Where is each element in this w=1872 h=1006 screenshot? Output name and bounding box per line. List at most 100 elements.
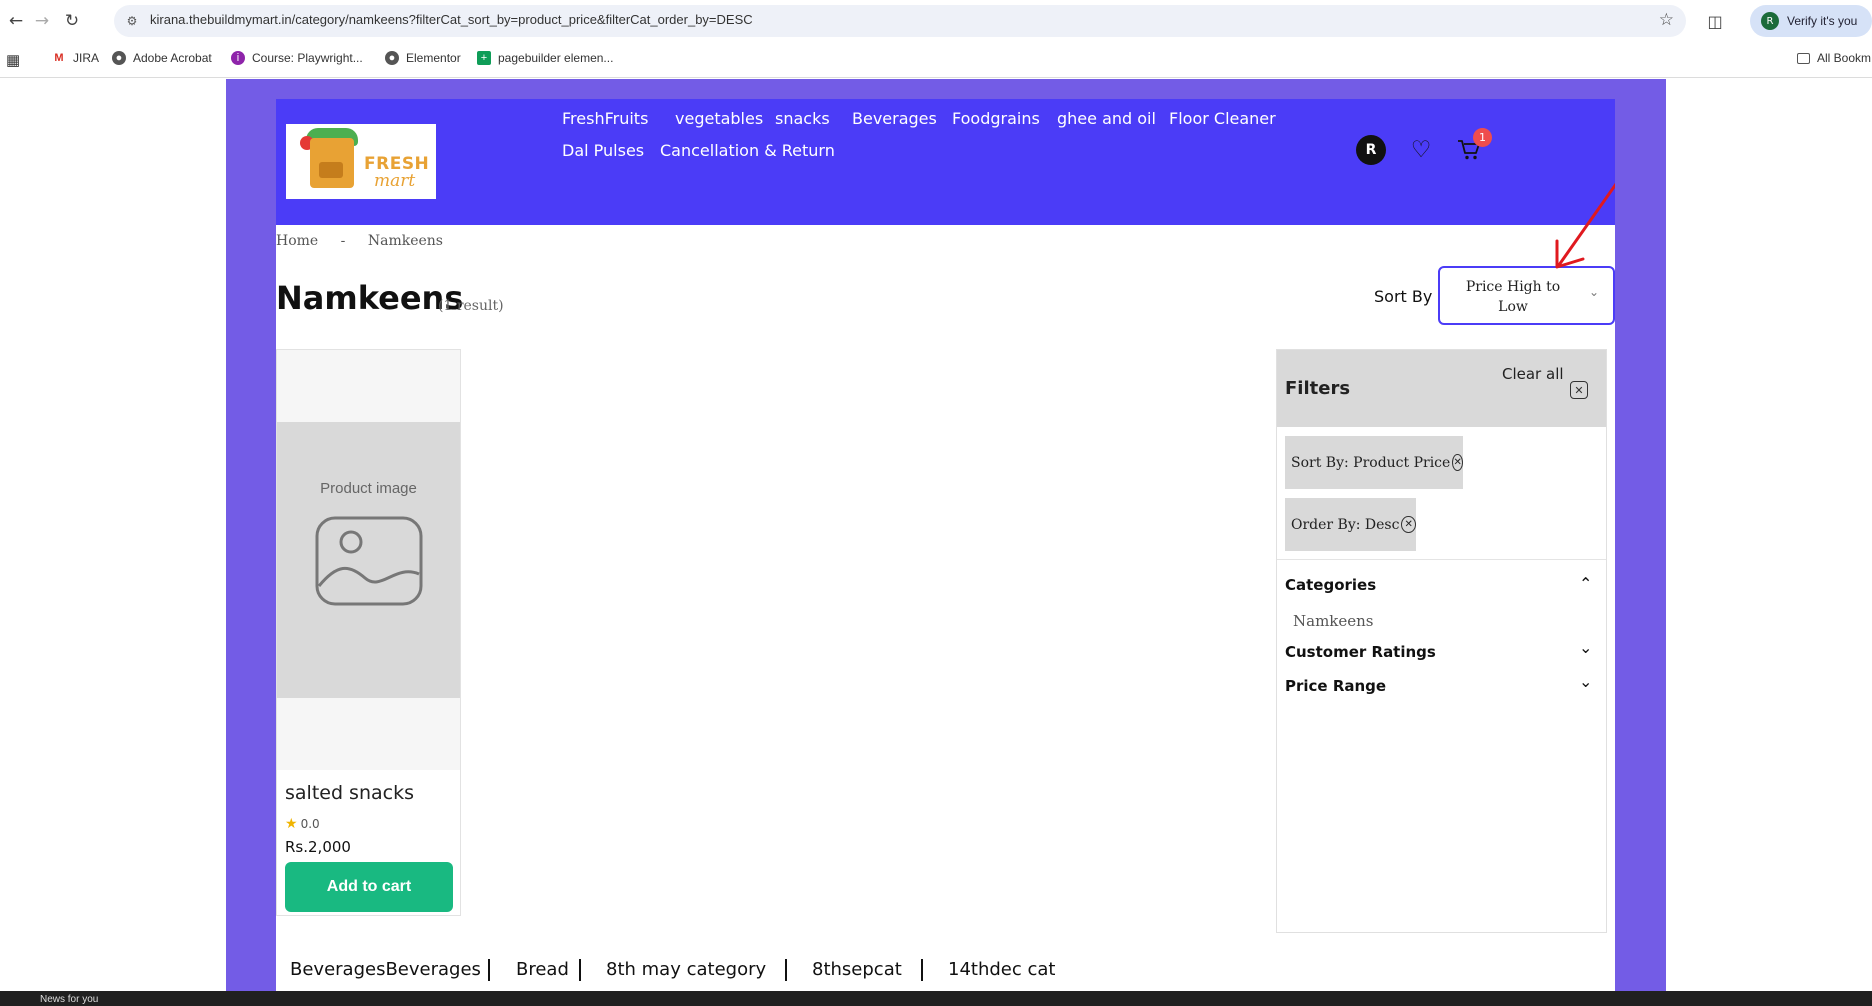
category-link[interactable]: 8th may category	[606, 959, 766, 980]
site-info-icon[interactable]: ⚙	[124, 13, 140, 29]
filters-title: Filters	[1285, 378, 1351, 399]
bookmark-label: JIRA	[73, 51, 100, 65]
breadcrumb-current: Namkeens	[367, 233, 443, 249]
address-bar[interactable]: ⚙ kirana.thebuildmymart.in/category/namk…	[114, 5, 1686, 37]
category-link[interactable]: Bread	[516, 959, 569, 980]
category-link[interactable]: 8thsepcat	[812, 959, 902, 980]
site-logo[interactable]: FRESH mart	[286, 124, 436, 199]
taskbar-news[interactable]: News for you	[40, 994, 98, 1005]
course-icon: i	[231, 51, 245, 65]
category-separator	[921, 959, 923, 981]
back-arrow-icon[interactable]: ←	[4, 9, 28, 33]
profile-avatar: R	[1761, 12, 1779, 30]
browser-toolbar: ← → ↻ ⚙ kirana.thebuildmymart.in/categor…	[0, 0, 1872, 42]
os-taskbar: News for you	[0, 991, 1872, 1006]
clear-all-button[interactable]: Clear all	[1502, 365, 1564, 383]
forward-arrow-icon[interactable]: →	[30, 9, 54, 33]
filters-header: Filters Clear all ✕	[1277, 350, 1606, 427]
category-separator	[579, 959, 581, 981]
nav-cancellation-return[interactable]: Cancellation & Return	[660, 141, 835, 160]
category-link[interactable]: 14thdec cat	[948, 959, 1055, 980]
cart-count-badge: 1	[1473, 128, 1492, 147]
product-image-top	[277, 350, 460, 422]
chevron-down-icon[interactable]: ⌄	[1579, 672, 1592, 691]
filter-category-item[interactable]: Namkeens	[1293, 612, 1374, 630]
gmail-icon: M	[54, 52, 64, 64]
bookmarks-bar: ▦ M JIRA ● Adobe Acrobat i Course: Playw…	[0, 42, 1872, 78]
remove-filter-close-icon[interactable]: ✕	[1401, 516, 1416, 533]
sort-by-value: Price High to Low	[1465, 279, 1561, 315]
category-separator	[785, 959, 787, 981]
nav-dal-pulses[interactable]: Dal Pulses	[562, 141, 644, 160]
remove-filter-close-icon[interactable]: ✕	[1452, 454, 1463, 471]
extensions-icon[interactable]: ◫	[1703, 9, 1727, 33]
nav-floor-cleaner[interactable]: Floor Cleaner	[1169, 109, 1276, 128]
nav-snacks[interactable]: snacks	[775, 109, 830, 128]
elementor-icon: ●	[385, 51, 399, 65]
category-link[interactable]: BeveragesBeverages	[290, 959, 481, 980]
bookmark-label: All Bookm	[1817, 51, 1872, 65]
product-card[interactable]: Product image salted snacks ★ 0.0 Rs.2,00…	[276, 349, 461, 916]
product-image-bottom	[277, 698, 460, 770]
sort-by-label: Sort By	[1374, 287, 1433, 306]
bookmark-star-icon[interactable]: ☆	[1659, 10, 1674, 30]
logo-text-mart: mart	[374, 171, 416, 191]
logo-bag-label	[319, 162, 343, 178]
product-name[interactable]: salted snacks	[285, 782, 414, 804]
folder-icon	[1797, 52, 1810, 64]
reload-icon[interactable]: ↻	[60, 9, 84, 33]
active-filter-chip: Order By: Desc ✕	[1285, 498, 1416, 551]
breadcrumb-separator: -	[340, 233, 346, 249]
bookmark-adobe-acrobat[interactable]: ● Adobe Acrobat	[112, 51, 212, 65]
wishlist-heart-icon[interactable]: ♡	[1406, 135, 1436, 165]
active-filter-label: Order By: Desc	[1291, 516, 1400, 533]
filter-section-customer-ratings[interactable]: Customer Ratings	[1285, 643, 1436, 661]
clear-all-close-icon[interactable]: ✕	[1570, 381, 1588, 399]
product-image-placeholder-label: Product image	[320, 480, 417, 497]
page-frame: FRESH mart FreshFruits vegetables snacks…	[226, 79, 1666, 991]
nav-foodgrains[interactable]: Foodgrains	[952, 109, 1040, 128]
image-placeholder-icon	[315, 516, 423, 606]
breadcrumb-home[interactable]: Home	[276, 233, 318, 249]
chevron-down-icon[interactable]: ⌄	[1579, 638, 1592, 657]
breadcrumb: Home - Namkeens	[276, 233, 461, 249]
product-rating: ★ 0.0	[285, 816, 320, 832]
profile-button[interactable]: R Verify it's you	[1750, 5, 1872, 37]
category-strip: BeveragesBeverages Bread 8th may categor…	[276, 959, 1615, 991]
bookmark-label: Adobe Acrobat	[133, 51, 212, 65]
add-to-cart-button[interactable]: Add to cart	[285, 862, 453, 912]
category-separator	[488, 959, 490, 981]
filters-panel: Filters Clear all ✕ Sort By: Product Pri…	[1276, 349, 1607, 933]
bookmark-label: pagebuilder elemen...	[498, 51, 614, 65]
nav-vegetables[interactable]: vegetables	[675, 109, 763, 128]
active-filter-label: Sort By: Product Price	[1291, 454, 1451, 471]
nav-freshfruits[interactable]: FreshFruits	[562, 109, 648, 128]
page-title: Namkeens	[276, 279, 464, 317]
annotation-arrow-icon	[1555, 182, 1615, 269]
bookmark-label: Elementor	[406, 51, 461, 65]
chevron-up-icon[interactable]: ⌃	[1579, 574, 1592, 593]
product-price: Rs.2,000	[285, 838, 351, 856]
nav-ghee-and-oil[interactable]: ghee and oil	[1057, 109, 1156, 128]
url-text[interactable]: kirana.thebuildmymart.in/category/namkee…	[150, 12, 753, 27]
filter-section-price-range[interactable]: Price Range	[1285, 677, 1386, 695]
bookmark-jira[interactable]: M JIRA	[52, 51, 99, 65]
bookmark-elementor[interactable]: ● Elementor	[385, 51, 461, 65]
profile-label: Verify it's you	[1787, 14, 1858, 28]
site-header: FRESH mart FreshFruits vegetables snacks…	[276, 99, 1615, 225]
product-image[interactable]: Product image	[277, 422, 460, 698]
filter-section-categories[interactable]: Categories	[1285, 576, 1376, 594]
user-avatar[interactable]: R	[1356, 135, 1386, 165]
result-count: (1 result)	[438, 298, 504, 314]
apps-grid-icon[interactable]: ▦	[6, 51, 20, 69]
filters-divider	[1277, 559, 1606, 560]
nav-beverages[interactable]: Beverages	[852, 109, 937, 128]
product-rating-value: 0.0	[300, 817, 320, 831]
chevron-down-icon: ⌄	[1588, 285, 1599, 299]
bookmark-pagebuilder[interactable]: + pagebuilder elemen...	[477, 51, 613, 65]
bookmark-course-playwright[interactable]: i Course: Playwright...	[231, 51, 363, 65]
all-bookmarks[interactable]: All Bookm	[1797, 51, 1871, 65]
sheets-icon: +	[477, 51, 491, 65]
page-content: FRESH mart FreshFruits vegetables snacks…	[276, 99, 1615, 991]
star-icon: ★	[285, 816, 298, 832]
